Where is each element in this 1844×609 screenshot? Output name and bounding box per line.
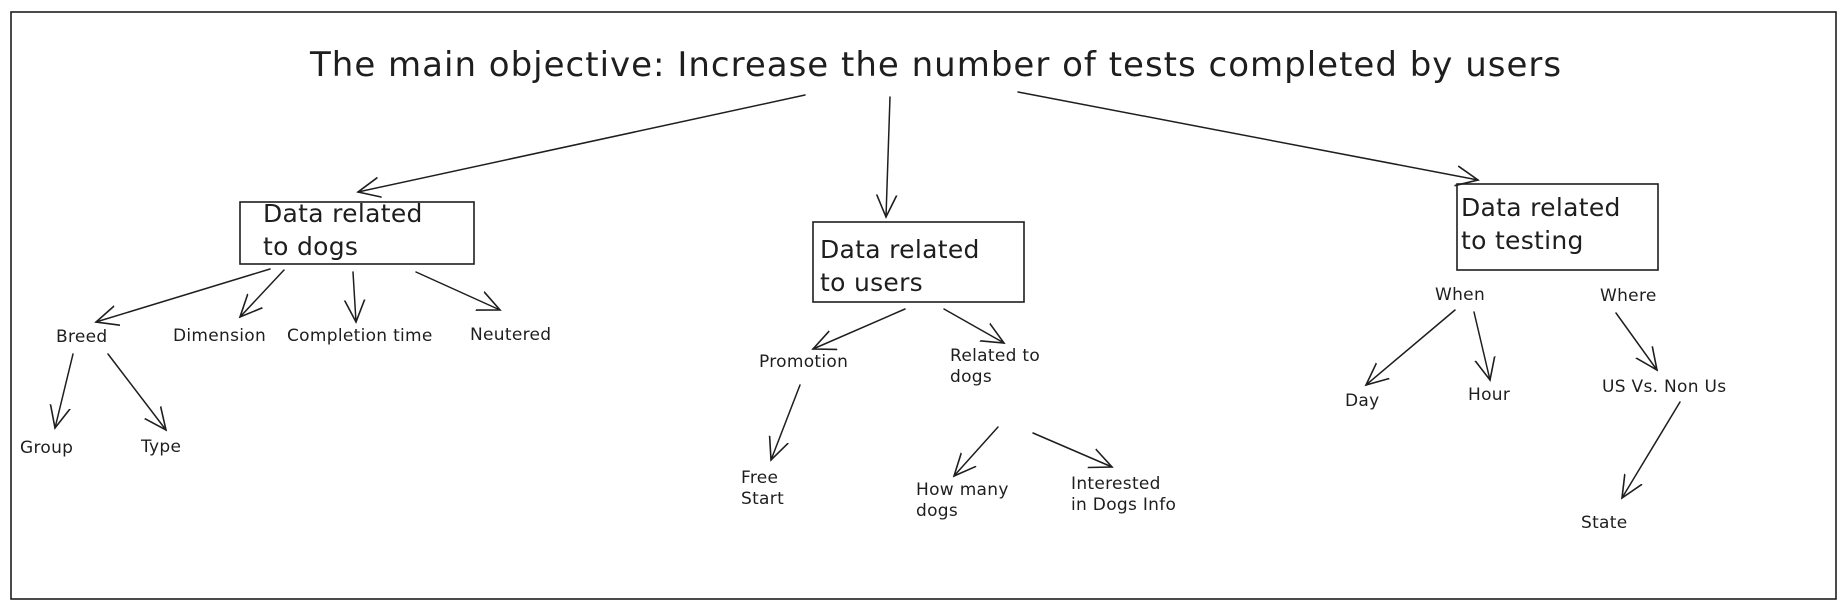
label-type: Type (141, 437, 182, 457)
label-hour: Hour (1468, 385, 1511, 405)
label-where: Where (1600, 286, 1657, 306)
arrow-dogs-to-completion-time (353, 271, 356, 322)
arrow-breed-to-group (55, 353, 74, 428)
label-promotion: Promotion (759, 352, 849, 372)
diagram-canvas: The main objective: Increase the number … (0, 0, 1844, 609)
label-state: State (1581, 513, 1628, 533)
arrow-dogs-to-neutered (415, 271, 500, 310)
arrow-users-to-promotion (813, 308, 906, 349)
arrow-promotion-to-free-start (771, 384, 801, 460)
arrow-dogs-to-dimension (240, 269, 285, 317)
arrow-title-to-testing (1017, 91, 1478, 180)
label-neutered: Neutered (470, 325, 552, 345)
arrow-related-to-how-many (954, 426, 999, 476)
arrow-when-to-hour (1473, 311, 1490, 380)
arrow-users-to-related (943, 308, 1004, 343)
box-dogs-label: Data related to dogs (263, 199, 423, 261)
label-free-start: Free Start (741, 468, 785, 510)
box-users-label: Data related to users (820, 235, 980, 297)
arrow-dogs-to-breed (96, 268, 271, 322)
arrow-title-to-dogs (358, 94, 806, 192)
label-how-many-dogs: How many dogs (916, 480, 1009, 522)
label-breed: Breed (56, 327, 108, 347)
arrow-when-to-day (1366, 309, 1456, 385)
label-interested-in-dogs-info: Interested in Dogs Info (1071, 474, 1177, 516)
label-completion-time: Completion time (287, 326, 433, 346)
label-us-vs-non-us: US Vs. Non Us (1602, 377, 1727, 397)
label-when: When (1435, 285, 1486, 305)
label-related-to-dogs: Related to dogs (950, 346, 1041, 388)
arrow-title-to-users (886, 96, 890, 217)
box-testing-label: Data related to testing (1461, 193, 1621, 255)
label-dimension: Dimension (173, 326, 267, 346)
arrow-where-to-us (1615, 312, 1657, 370)
arrow-us-to-state (1622, 401, 1681, 498)
label-day: Day (1345, 391, 1380, 411)
arrow-related-to-interested (1032, 432, 1112, 467)
arrow-breed-to-type (107, 353, 166, 430)
label-group: Group (20, 438, 74, 458)
diagram-title: The main objective: Increase the number … (310, 45, 1563, 85)
